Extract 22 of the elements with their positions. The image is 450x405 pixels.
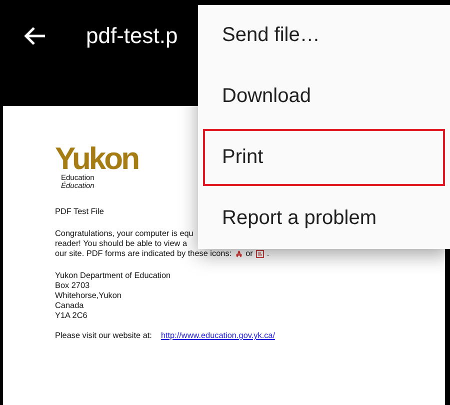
paragraph-line: our site. PDF forms are indicated by these icons: — [55, 249, 232, 259]
address-line: Box 2703 — [55, 281, 90, 291]
paragraph-line: reader! You should be able to view a — [55, 239, 188, 249]
document-heading: PDF Test File — [55, 207, 104, 217]
address-line: Whitehorse,Yukon — [55, 291, 122, 301]
menu-item[interactable]: Download — [203, 68, 445, 125]
file-title: pdf-test.p — [86, 22, 178, 50]
address-line: Yukon Department of Education — [55, 271, 171, 281]
website-link[interactable]: http://www.education.gov.yk.ca/ — [160, 331, 276, 341]
website-label: Please visit our website at: — [55, 331, 152, 341]
address-line: Y1A 2C6 — [55, 311, 88, 321]
or-label: or — [246, 249, 253, 259]
period-label: . — [266, 249, 270, 259]
menu-item[interactable]: Report a problem — [203, 190, 445, 247]
paragraph-line: Congratulations, your computer is equ — [55, 229, 194, 239]
form-document-icon — [256, 250, 264, 258]
back-arrow-icon — [24, 26, 46, 46]
logo-wordmark: Yukon — [55, 144, 138, 174]
menu-item[interactable]: Send file… — [203, 7, 445, 64]
menu-item[interactable]: Print — [203, 129, 445, 186]
pdf-form-icon — [234, 250, 243, 258]
address-line: Canada — [55, 301, 84, 311]
